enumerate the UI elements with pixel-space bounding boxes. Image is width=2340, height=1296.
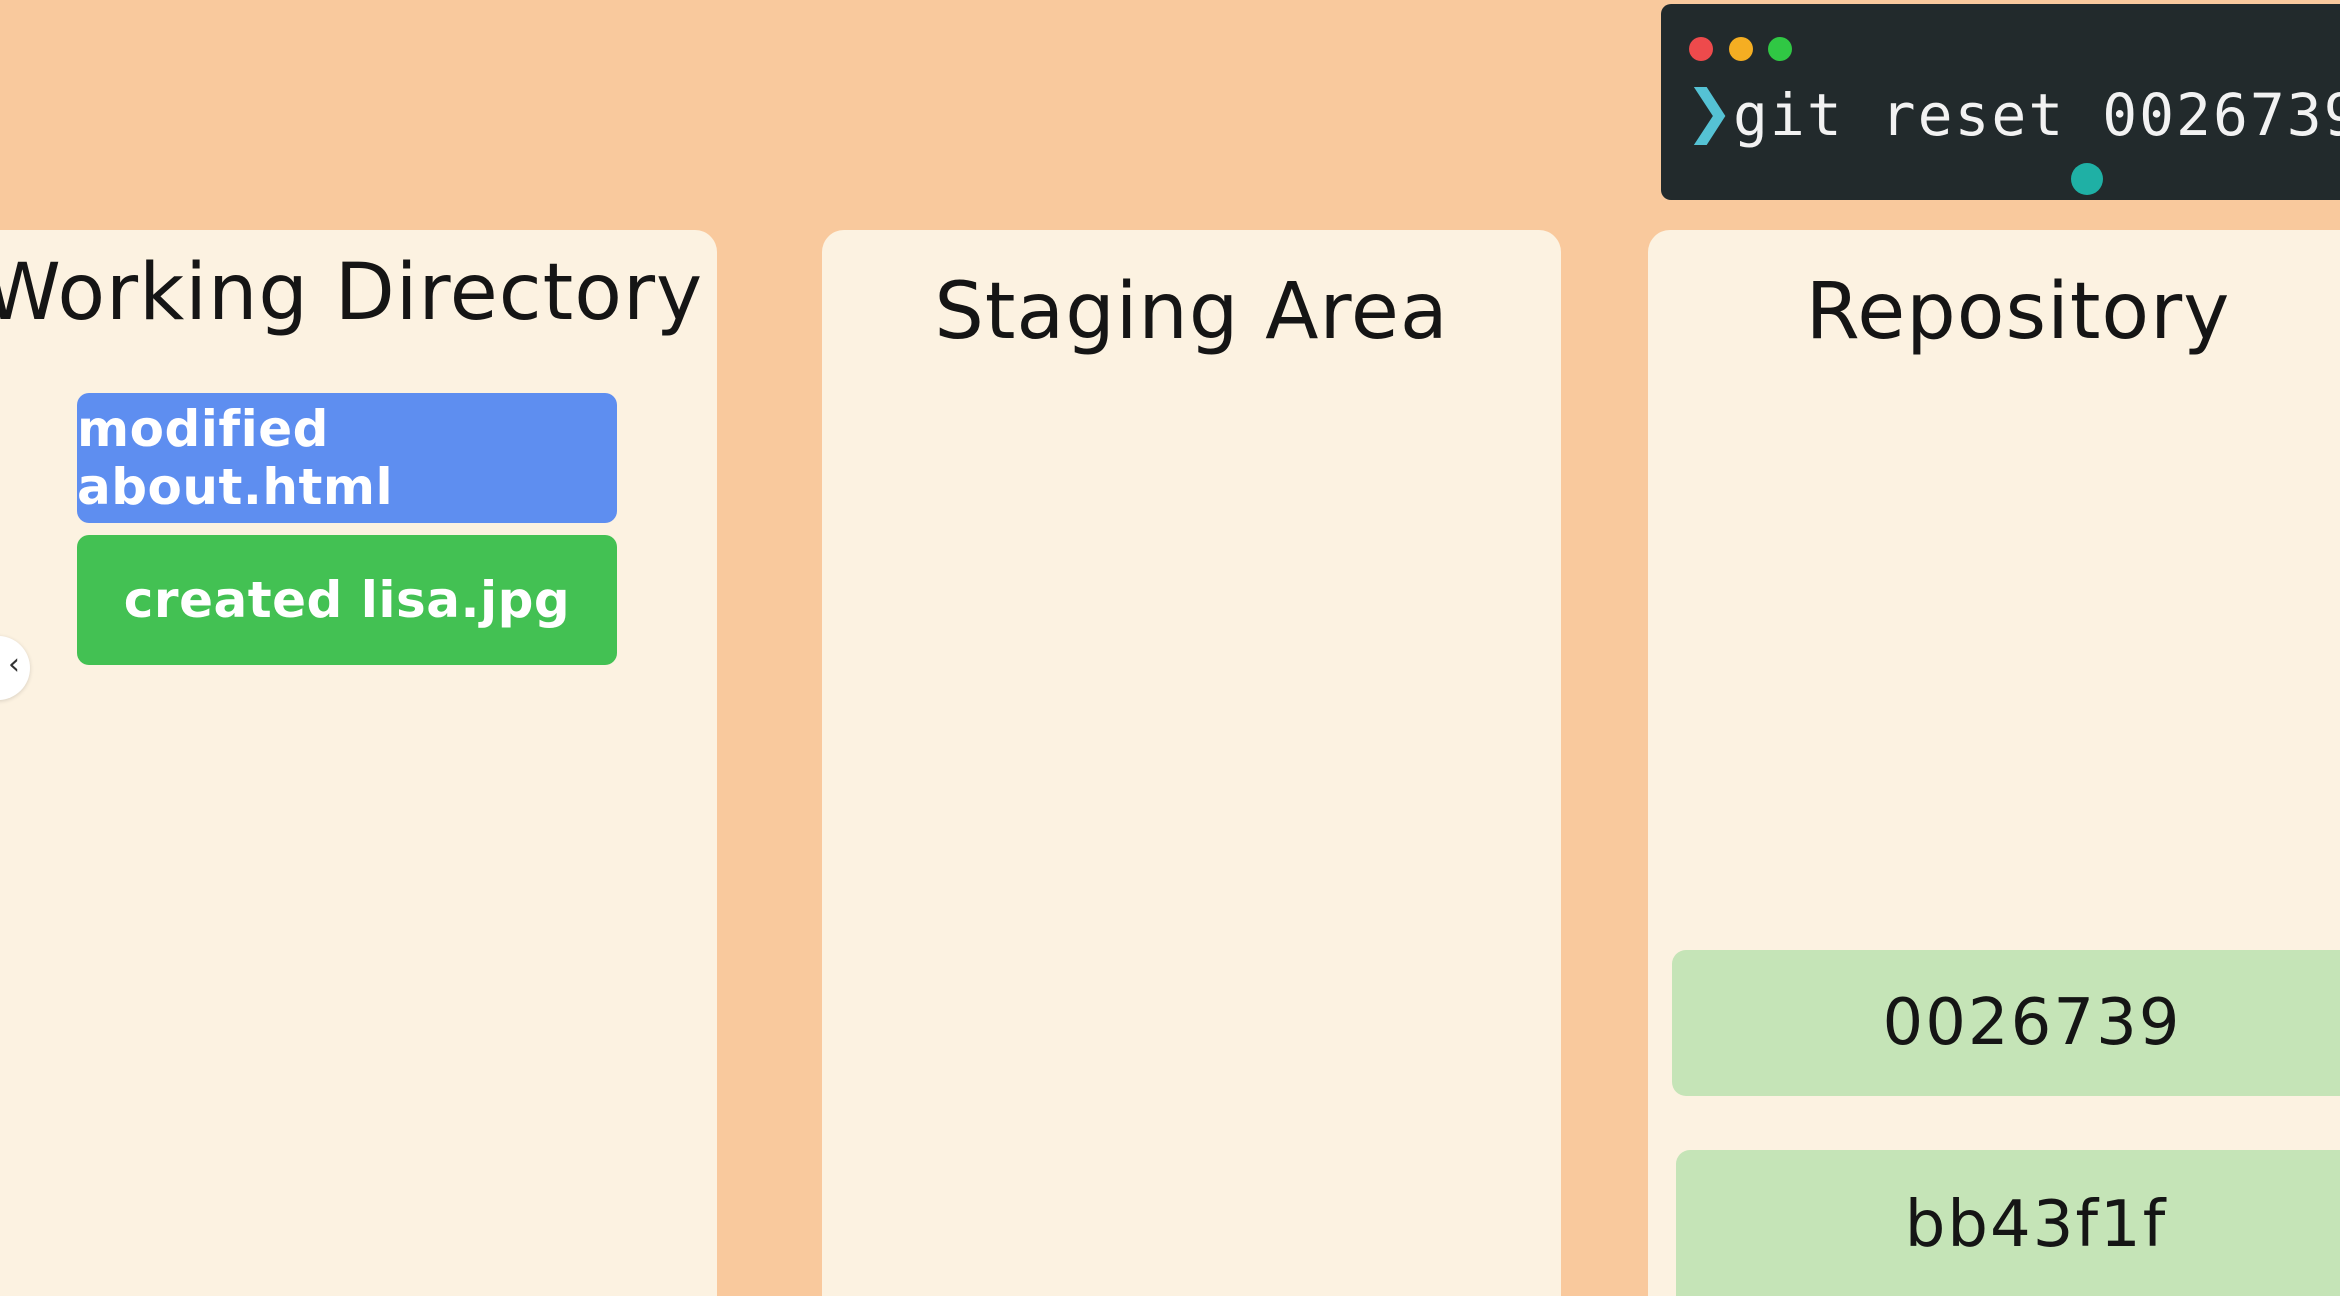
repository-title: Repository — [1805, 267, 2231, 357]
chevron-right-icon: ❯ — [1685, 77, 1734, 145]
close-dot-icon[interactable] — [1689, 37, 1713, 61]
commit-card[interactable]: bb43f1f — [1676, 1150, 2340, 1296]
staging-area-title: Staging Area — [934, 267, 1449, 357]
maximize-dot-icon[interactable] — [1768, 37, 1792, 61]
cursor-indicator — [2071, 163, 2103, 195]
file-card-created-lisa[interactable]: created lisa.jpg — [77, 535, 617, 665]
minimize-dot-icon[interactable] — [1729, 37, 1753, 61]
file-card-modified-about[interactable]: modified about.html — [77, 393, 617, 523]
terminal-command[interactable]: git reset 0026739 — [1733, 86, 2340, 144]
terminal-window: ❯ git reset 0026739 — [1661, 4, 2340, 200]
working-directory-title: Working Directory — [0, 248, 704, 338]
repository-panel: Repository 0026739 bb43f1f — [1648, 230, 2340, 1296]
working-directory-panel: Working Directory modified about.html cr… — [0, 230, 717, 1296]
chevron-left-icon: ‹ — [8, 647, 20, 682]
commit-card[interactable]: 0026739 — [1672, 950, 2340, 1096]
staging-area-panel: Staging Area — [822, 230, 1561, 1296]
